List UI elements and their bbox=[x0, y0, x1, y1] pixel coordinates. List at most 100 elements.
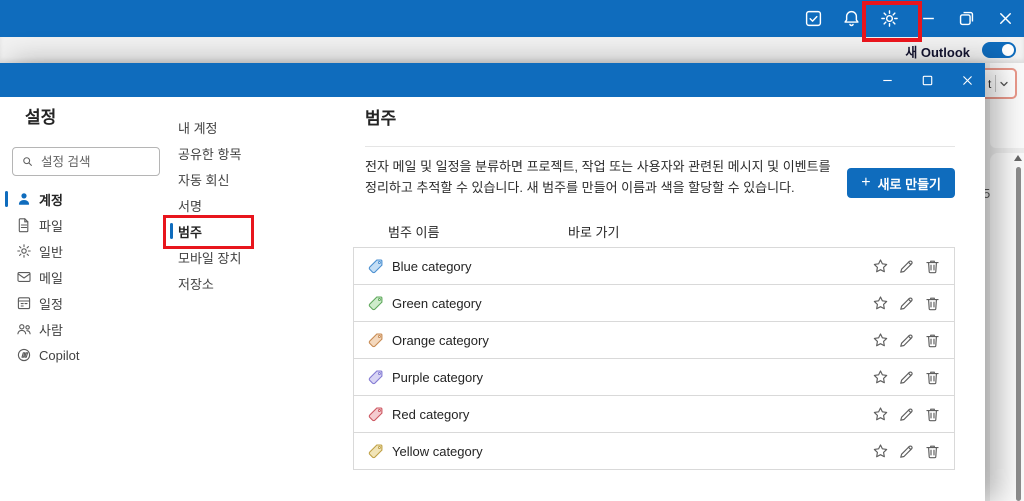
app-titlebar bbox=[0, 0, 1024, 37]
search-icon bbox=[23, 157, 32, 166]
account-subnav: 내 계정 공유한 항목 자동 회신 서명 범주 모바일 장치 저장소 bbox=[165, 97, 353, 501]
dropdown-partial-text: t bbox=[988, 76, 992, 91]
gear-icon[interactable] bbox=[880, 9, 899, 28]
subnav-item-storage[interactable]: 저장소 bbox=[165, 270, 353, 296]
subnav-item-my-account[interactable]: 내 계정 bbox=[165, 114, 353, 140]
subnav-item-label: 공유한 항목 bbox=[178, 146, 242, 162]
dialog-titlebar bbox=[0, 63, 985, 97]
category-row[interactable]: Red category bbox=[353, 395, 955, 433]
star-icon[interactable] bbox=[872, 295, 889, 312]
window-restore-icon[interactable] bbox=[957, 9, 976, 28]
settings-search-box[interactable] bbox=[12, 147, 160, 176]
tag-icon bbox=[368, 443, 383, 458]
trash-icon[interactable] bbox=[924, 295, 941, 312]
column-category-name: 범주 이름 bbox=[388, 225, 440, 240]
window-minimize-icon[interactable] bbox=[919, 9, 938, 28]
trash-icon[interactable] bbox=[924, 406, 941, 423]
sidebar-item-label: 일정 bbox=[39, 296, 63, 312]
dialog-close-icon[interactable] bbox=[955, 63, 979, 97]
chevron-down-icon bbox=[1000, 81, 1008, 86]
star-icon[interactable] bbox=[872, 406, 889, 423]
subnav-item-label: 자동 회신 bbox=[178, 172, 230, 188]
category-row[interactable]: Purple category bbox=[353, 358, 955, 396]
category-name: Red category bbox=[392, 406, 470, 422]
toggle-knob bbox=[1002, 44, 1014, 56]
star-icon[interactable] bbox=[872, 332, 889, 349]
my-day-icon[interactable] bbox=[804, 9, 823, 28]
tag-icon bbox=[368, 258, 383, 273]
subnav-item-label: 모바일 장치 bbox=[178, 250, 242, 266]
star-icon[interactable] bbox=[872, 443, 889, 460]
subnav-item-label: 내 계정 bbox=[178, 120, 218, 136]
category-row[interactable]: Blue category bbox=[353, 247, 955, 285]
settings-nav: 계정 파일 일반 메일 일정 사람 Copilot bbox=[0, 186, 165, 368]
subnav-item-auto-reply[interactable]: 자동 회신 bbox=[165, 166, 353, 192]
sidebar-item-people[interactable]: 사람 bbox=[0, 316, 165, 342]
trash-icon[interactable] bbox=[924, 258, 941, 275]
people-icon bbox=[17, 324, 31, 335]
pencil-icon[interactable] bbox=[898, 295, 915, 312]
pencil-icon[interactable] bbox=[898, 258, 915, 275]
person-icon bbox=[18, 193, 30, 205]
subnav-item-shared[interactable]: 공유한 항목 bbox=[165, 140, 353, 166]
pencil-icon[interactable] bbox=[898, 332, 915, 349]
outlook-app: 새 Outlook 5 t 설정 설정 검색 계정 파일 일반 메일 일정 사람… bbox=[0, 0, 1024, 501]
trash-icon[interactable] bbox=[924, 443, 941, 460]
sidebar-item-calendar[interactable]: 일정 bbox=[0, 290, 165, 316]
window-close-icon[interactable] bbox=[996, 9, 1015, 28]
new-outlook-label: 새 Outlook bbox=[905, 45, 970, 60]
sidebar-item-label: 메일 bbox=[39, 270, 63, 286]
sidebar-item-copilot[interactable]: Copilot bbox=[0, 342, 165, 368]
trash-icon[interactable] bbox=[924, 369, 941, 386]
sidebar-item-general[interactable]: 일반 bbox=[0, 238, 165, 264]
category-name: Orange category bbox=[392, 332, 489, 348]
sidebar-item-label: 계정 bbox=[39, 192, 63, 208]
pencil-icon[interactable] bbox=[898, 443, 915, 460]
mail-icon bbox=[17, 272, 31, 282]
star-icon[interactable] bbox=[872, 369, 889, 386]
category-row[interactable]: Orange category bbox=[353, 321, 955, 359]
copilot-icon bbox=[17, 348, 31, 362]
create-new-button[interactable]: + 새로 만들기 bbox=[847, 168, 955, 198]
categories-description: 전자 메일 및 일정을 분류하면 프로젝트, 작업 또는 사용자와 관련된 메시… bbox=[365, 156, 845, 198]
sidebar-item-mail[interactable]: 메일 bbox=[0, 264, 165, 290]
star-icon[interactable] bbox=[872, 258, 889, 275]
subnav-item-label: 저장소 bbox=[178, 276, 214, 292]
file-icon bbox=[18, 218, 29, 233]
create-new-label: 새로 만들기 bbox=[877, 176, 941, 192]
column-shortcut: 바로 가기 bbox=[568, 225, 620, 240]
description-line-1: 전자 메일 및 일정을 분류하면 프로젝트, 작업 또는 사용자와 관련된 메시… bbox=[365, 159, 831, 174]
category-name: Blue category bbox=[392, 258, 472, 274]
subnav-item-label: 범주 bbox=[178, 224, 202, 240]
scroll-up-arrow-icon[interactable] bbox=[1014, 155, 1022, 161]
settings-sidebar: 설정 계정 bbox=[0, 97, 165, 501]
new-outlook-toggle[interactable] bbox=[982, 42, 1016, 58]
sidebar-item-label: 일반 bbox=[39, 244, 63, 260]
tag-icon bbox=[368, 369, 383, 384]
category-name: Yellow category bbox=[392, 443, 483, 459]
subnav-item-categories[interactable]: 범주 bbox=[165, 218, 353, 244]
sidebar-item-label: Copilot bbox=[39, 347, 80, 363]
dialog-minimize-icon[interactable] bbox=[875, 63, 899, 97]
category-list: Blue category Green category Orange cate… bbox=[353, 247, 955, 470]
scrollbar-thumb[interactable] bbox=[1016, 167, 1021, 501]
settings-title: 설정 bbox=[25, 108, 57, 127]
sidebar-item-files[interactable]: 파일 bbox=[0, 212, 165, 238]
pencil-icon[interactable] bbox=[898, 369, 915, 386]
sidebar-item-label: 사람 bbox=[39, 322, 63, 338]
pencil-icon[interactable] bbox=[898, 406, 915, 423]
category-name: Purple category bbox=[392, 369, 484, 385]
settings-search-input[interactable] bbox=[39, 153, 159, 170]
new-outlook-strip: 새 Outlook bbox=[0, 37, 1024, 63]
bell-icon[interactable] bbox=[842, 9, 861, 28]
gear-icon bbox=[17, 244, 31, 258]
sidebar-item-account[interactable]: 계정 bbox=[0, 186, 165, 212]
trash-icon[interactable] bbox=[924, 332, 941, 349]
dialog-maximize-icon[interactable] bbox=[915, 63, 939, 97]
subnav-item-mobile-devices[interactable]: 모바일 장치 bbox=[165, 244, 353, 270]
table-header: 범주 이름 바로 가기 bbox=[353, 220, 955, 242]
dropdown-divider bbox=[995, 75, 997, 92]
category-row[interactable]: Yellow category bbox=[353, 432, 955, 470]
subnav-item-signature[interactable]: 서명 bbox=[165, 192, 353, 218]
category-row[interactable]: Green category bbox=[353, 284, 955, 322]
